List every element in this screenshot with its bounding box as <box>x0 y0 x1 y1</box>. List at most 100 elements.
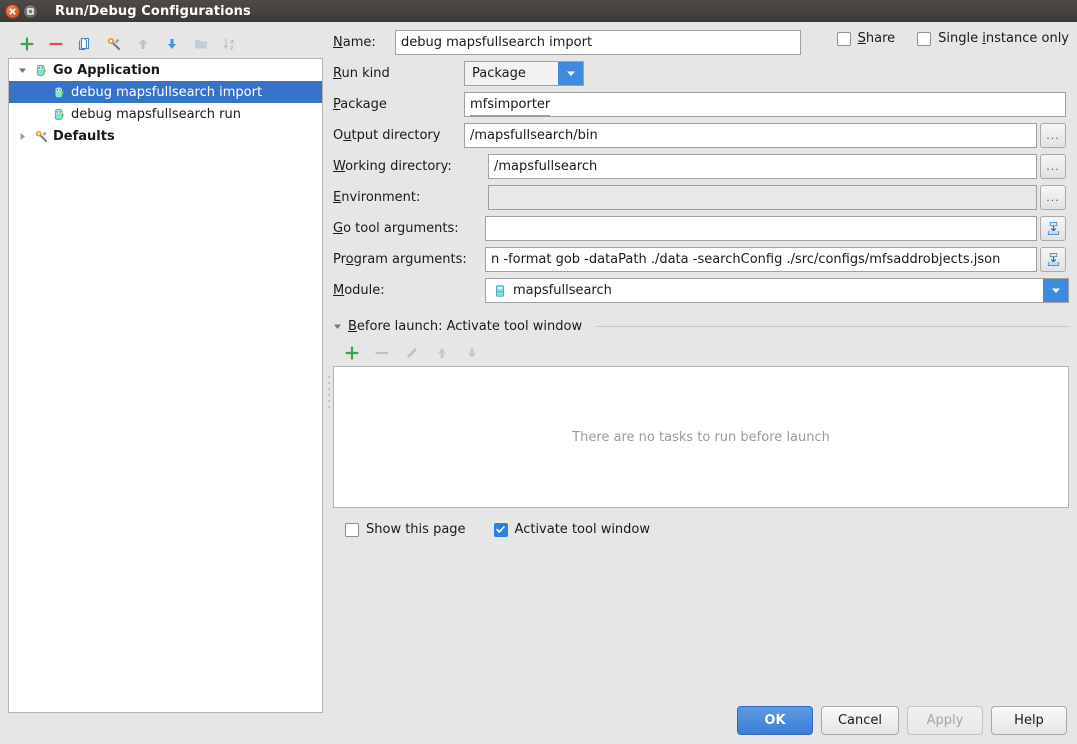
before-launch-toolbar <box>333 340 1069 366</box>
show-this-page-label: Show this page <box>366 522 466 537</box>
before-launch-options: Show this page Activate tool window <box>333 522 1069 537</box>
configurations-tree[interactable]: Go Application debug mapsfullsearch impo… <box>8 58 323 713</box>
run-kind-value: Package <box>472 66 526 81</box>
go-tool-arguments-input[interactable] <box>485 216 1037 241</box>
run-kind-combo[interactable]: Package <box>464 61 584 86</box>
checkbox-box[interactable] <box>345 522 359 537</box>
checkbox-box[interactable] <box>493 522 508 537</box>
program-arguments-label: Program arguments: <box>333 252 467 267</box>
share-checkbox[interactable]: Share <box>836 31 896 46</box>
before-launch-title: Before launch: Activate tool window <box>348 319 583 334</box>
sort-configurations-button[interactable]: a z <box>217 32 243 56</box>
configurations-toolbar: a z <box>8 30 323 58</box>
header-divider <box>596 326 1069 327</box>
triangle-down-icon[interactable] <box>13 59 31 81</box>
working-directory-browse-button[interactable]: ... <box>1040 154 1066 179</box>
empty-state-text: There are no tasks to run before launch <box>572 429 830 445</box>
remove-configuration-button[interactable] <box>43 32 69 56</box>
single-instance-label: Single instance only <box>938 31 1069 46</box>
chevron-down-icon[interactable] <box>558 62 583 85</box>
tree-node-label: Go Application <box>53 62 161 78</box>
activate-tool-window-checkbox[interactable]: Activate tool window <box>493 522 651 537</box>
remove-task-button[interactable] <box>369 341 395 365</box>
dialog-buttons: OK Cancel Apply Help <box>736 706 1067 735</box>
close-icon[interactable] <box>5 3 20 19</box>
run-debug-configurations-dialog: a z Go Application debug mapsfullsearch … <box>0 22 1077 744</box>
triangle-down-icon[interactable] <box>333 322 342 331</box>
module-label: Module: <box>333 283 385 298</box>
before-launch-task-list[interactable]: There are no tasks to run before launch <box>333 366 1069 508</box>
wrench-icon <box>31 126 51 146</box>
tree-node-label: Defaults <box>53 128 115 144</box>
program-arguments-input[interactable]: n -format gob -dataPath ./data -searchCo… <box>485 247 1037 272</box>
triangle-right-icon[interactable] <box>13 125 31 147</box>
before-launch-header[interactable]: Before launch: Activate tool window <box>333 319 1069 334</box>
single-instance-checkbox[interactable]: Single instance only <box>917 31 1069 46</box>
expand-field-icon[interactable] <box>1040 216 1066 241</box>
environment-label: Environment: <box>333 190 421 205</box>
package-row: Package mfsimporter <box>333 92 1069 117</box>
configuration-flags: Share Single instance only <box>836 31 1069 46</box>
ok-button[interactable]: OK <box>736 706 813 735</box>
create-folder-button[interactable] <box>188 32 214 56</box>
package-value: mfsimporter <box>470 93 551 116</box>
working-directory-input[interactable]: /mapsfullsearch <box>488 154 1037 179</box>
module-combo[interactable]: mapsfullsearch <box>485 278 1069 303</box>
configuration-form: Name: debug mapsfullsearch import Run ki… <box>333 30 1069 537</box>
environment-browse-button[interactable]: ... <box>1040 185 1066 210</box>
tree-node-go-application[interactable]: Go Application <box>9 59 322 81</box>
move-task-up-button[interactable] <box>429 341 455 365</box>
move-down-button[interactable] <box>159 32 185 56</box>
module-icon <box>493 284 507 298</box>
go-gopher-icon <box>31 60 51 80</box>
output-directory-browse-button[interactable]: ... <box>1040 123 1066 148</box>
run-kind-label: Run kind <box>333 66 390 81</box>
add-task-button[interactable] <box>339 341 365 365</box>
tree-node-defaults[interactable]: Defaults <box>9 125 322 147</box>
go-tool-arguments-row: Go tool arguments: <box>333 216 1069 241</box>
share-label: Share <box>857 31 896 46</box>
add-configuration-button[interactable] <box>14 32 40 56</box>
environment-input[interactable] <box>488 185 1037 210</box>
window-title: Run/Debug Configurations <box>55 3 251 19</box>
move-task-down-button[interactable] <box>459 341 485 365</box>
working-directory-label: Working directory: <box>333 159 452 174</box>
move-up-button[interactable] <box>130 32 156 56</box>
tree-node-debug-run[interactable]: debug mapsfullsearch run <box>9 103 322 125</box>
activate-tool-window-label: Activate tool window <box>514 522 651 537</box>
go-gopher-icon <box>49 104 69 124</box>
module-value-wrap: mapsfullsearch <box>486 283 1043 298</box>
edit-task-button[interactable] <box>399 341 425 365</box>
working-directory-row: Working directory: /mapsfullsearch ... <box>333 154 1069 179</box>
module-value: mapsfullsearch <box>513 283 612 298</box>
tree-node-label: debug mapsfullsearch import <box>71 84 263 100</box>
checkbox-box[interactable] <box>917 31 932 46</box>
pane-splitter[interactable] <box>325 372 333 418</box>
show-this-page-checkbox[interactable]: Show this page <box>345 522 466 537</box>
go-tool-arguments-label: Go tool arguments: <box>333 221 459 236</box>
help-button[interactable]: Help <box>991 706 1067 735</box>
window-titlebar: Run/Debug Configurations <box>0 0 1077 22</box>
edit-defaults-button[interactable] <box>101 32 127 56</box>
expand-field-icon[interactable] <box>1040 247 1066 272</box>
tree-node-label: debug mapsfullsearch run <box>71 106 241 122</box>
program-arguments-row: Program arguments: n -format gob -dataPa… <box>333 247 1069 272</box>
output-directory-input[interactable]: /mapsfullsearch/bin <box>464 123 1037 148</box>
output-directory-label: Output directory <box>333 128 441 143</box>
environment-row: Environment: ... <box>333 185 1069 210</box>
chevron-down-icon[interactable] <box>1043 279 1068 302</box>
name-label: Name: <box>333 35 376 50</box>
tree-node-debug-import[interactable]: debug mapsfullsearch import <box>9 81 322 103</box>
output-directory-row: Output directory /mapsfullsearch/bin ... <box>333 123 1069 148</box>
module-row: Module: mapsfullsearch <box>333 278 1069 303</box>
copy-configuration-button[interactable] <box>72 32 98 56</box>
maximize-icon[interactable] <box>23 3 38 19</box>
apply-button[interactable]: Apply <box>907 706 983 735</box>
package-input[interactable]: mfsimporter <box>464 92 1066 117</box>
name-input[interactable]: debug mapsfullsearch import <box>395 30 801 55</box>
run-kind-row: Run kind Package <box>333 61 1069 86</box>
package-label: Package <box>333 97 387 112</box>
checkbox-box[interactable] <box>836 31 851 46</box>
cancel-button[interactable]: Cancel <box>820 706 899 735</box>
configurations-pane: a z Go Application debug mapsfullsearch … <box>8 30 323 713</box>
